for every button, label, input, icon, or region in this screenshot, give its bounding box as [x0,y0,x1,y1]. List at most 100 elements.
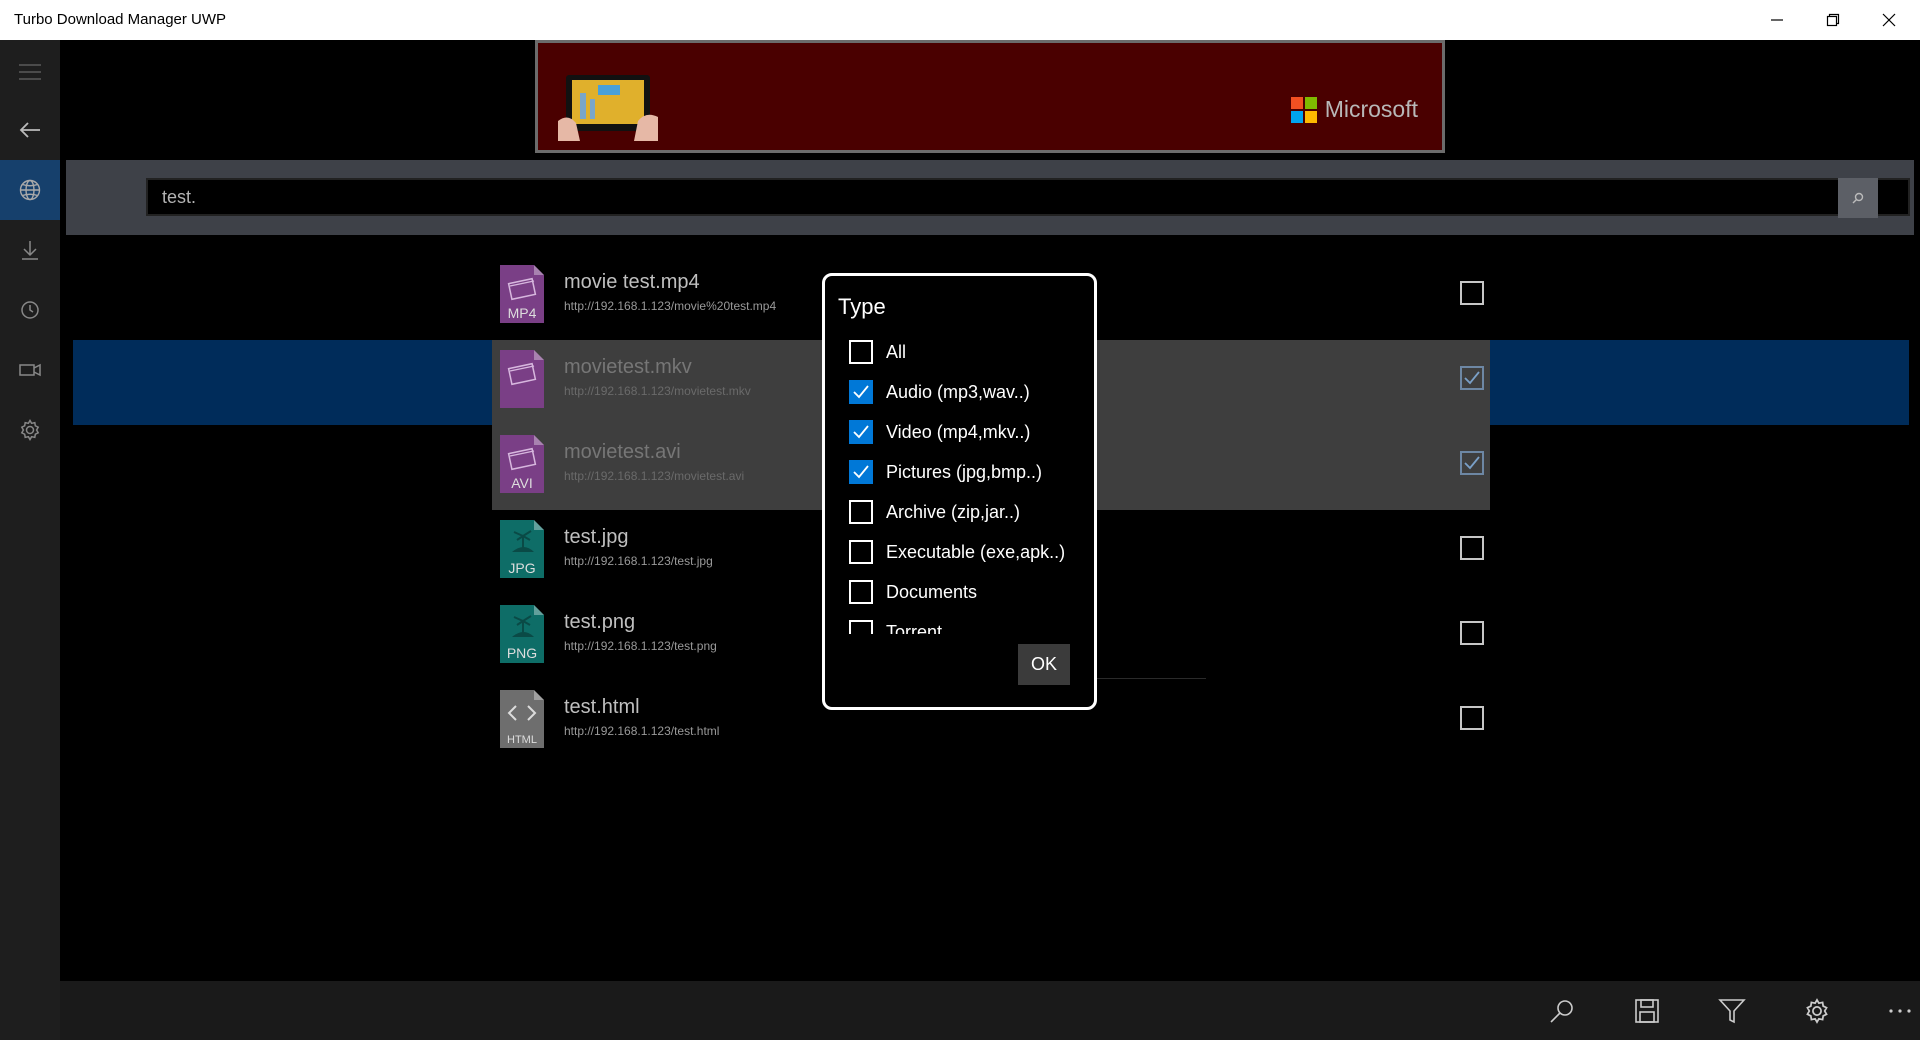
close-button[interactable] [1861,0,1917,40]
type-option-checkbox[interactable] [849,460,873,484]
ad-brand-text: Microsoft [1324,96,1418,122]
save-icon [1635,999,1659,1023]
file-select-checkbox[interactable] [1460,706,1484,730]
type-option-label: Archive (zip,jar..) [886,501,1021,522]
nav-downloads[interactable] [0,220,60,280]
file-ext-label: MP4 [508,305,537,321]
type-filter-dialog: Type All Audio (mp3,wav..) Video (mp4,mkv.… [822,273,1097,710]
menu-icon [19,64,41,80]
type-option-checkbox[interactable] [849,540,873,564]
file-url: http://192.168.1.123/movie%20test.mp4 [564,299,777,313]
file-name: test.png [564,611,636,633]
minimize-button[interactable] [1749,0,1805,40]
history-icon [21,301,39,319]
type-option-checkbox[interactable] [849,340,873,364]
file-ext-label: PNG [507,645,537,661]
ok-button[interactable]: OK [1018,644,1070,685]
type-option-label: Video (mp4,mkv..) [886,421,1031,442]
check-icon [1464,456,1480,470]
type-option[interactable]: Documents [849,578,977,606]
ad-banner[interactable]: Microsoft [535,40,1445,153]
dialog-title: Type [838,294,886,319]
bottom-app-bar [60,981,1920,1040]
file-select-checkbox[interactable] [1460,621,1484,645]
file-select-checkbox[interactable] [1460,451,1484,475]
url-search-bar: test. [66,160,1914,235]
type-option-checkbox[interactable] [849,620,873,634]
search-go-button[interactable] [1838,178,1878,218]
check-icon [853,425,869,439]
save-button[interactable] [1627,991,1667,1031]
title-bar: Turbo Download Manager UWP [0,0,1920,40]
type-option-checkbox[interactable] [849,500,873,524]
file-url: http://192.168.1.123/movietest.avi [564,469,745,483]
nav-settings[interactable] [0,400,60,460]
image-file-icon: PNG [500,605,544,663]
file-select-checkbox[interactable] [1460,366,1484,390]
file-ext-label: HTML [507,734,537,746]
image-file-icon: JPG [500,520,544,578]
globe-icon [19,179,41,201]
type-option-label: Pictures (jpg,bmp..) [886,461,1043,482]
type-option-checkbox[interactable] [849,580,873,604]
microsoft-logo: Microsoft [1290,96,1418,123]
more-button[interactable] [1880,991,1920,1031]
minimize-icon [1771,19,1783,21]
type-option-label: Audio (mp3,wav..) [886,381,1030,402]
divider [1096,678,1206,679]
type-option[interactable]: Archive (zip,jar..) [849,498,1020,526]
video-icon [19,363,41,377]
type-option[interactable]: Executable (exe,apk..) [849,538,1065,566]
back-icon [19,122,40,138]
file-select-checkbox[interactable] [1460,281,1484,305]
video-file-icon [500,350,544,408]
left-nav [0,40,60,1040]
nav-history[interactable] [0,280,60,340]
file-url: http://192.168.1.123/test.png [564,639,717,653]
nav-browser[interactable] [0,160,60,220]
gear-icon [20,418,40,442]
file-url: http://192.168.1.123/movietest.mkv [564,384,751,398]
url-input[interactable]: test. [146,178,1910,216]
type-option[interactable]: All [849,338,906,366]
check-icon [1464,371,1480,385]
file-select-checkbox[interactable] [1460,536,1484,560]
filter-button[interactable] [1712,991,1752,1031]
filter-icon [1718,999,1746,1024]
nav-back[interactable] [0,100,60,160]
restore-icon [1826,13,1840,27]
file-name: movietest.mkv [564,356,692,378]
type-option-checkbox[interactable] [849,420,873,444]
type-option[interactable]: Torrent [849,618,942,634]
restore-button[interactable] [1805,0,1861,40]
type-options-list[interactable]: Type All Audio (mp3,wav..) Video (mp4,mkv.… [825,276,1094,634]
nav-video[interactable] [0,340,60,400]
file-name: movietest.avi [564,441,681,463]
video-file-icon: AVI [500,435,544,493]
type-option-checkbox[interactable] [849,380,873,404]
type-option[interactable]: Pictures (jpg,bmp..) [849,458,1042,486]
type-option-label: Executable (exe,apk..) [886,541,1066,562]
download-icon [22,241,38,260]
window-title: Turbo Download Manager UWP [14,11,227,28]
more-icon [1889,1009,1911,1013]
settings-button[interactable] [1797,991,1837,1031]
file-name: test.jpg [564,526,629,548]
gear-icon [1806,998,1828,1024]
type-option[interactable]: Video (mp4,mkv..) [849,418,1030,446]
file-ext-label: JPG [508,560,535,576]
video-file-icon: MP4 [500,265,544,323]
type-option-label: Torrent [886,621,943,635]
type-option-label: Documents [886,581,978,602]
type-option[interactable]: Audio (mp3,wav..) [849,378,1030,406]
type-option-label: All [886,341,907,362]
search-icon [1550,1000,1573,1023]
file-ext-label: AVI [511,475,533,491]
check-icon [853,465,869,479]
file-name: movie test.mp4 [564,271,700,293]
html-file-icon: HTML [500,690,544,748]
search-button[interactable] [1542,991,1582,1031]
nav-menu[interactable] [0,42,60,102]
microsoft-squares-icon [1290,96,1317,123]
tablet-image [558,75,658,141]
